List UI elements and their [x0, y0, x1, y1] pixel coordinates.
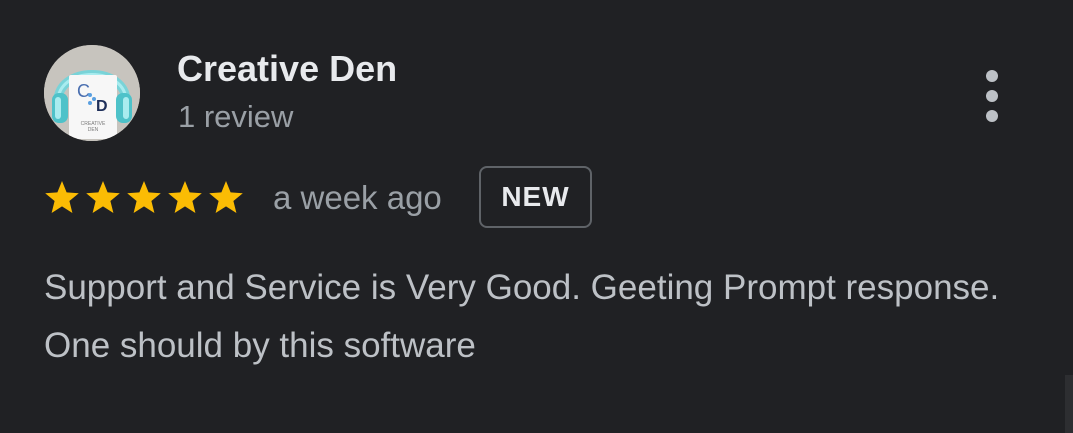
scrollbar[interactable] [1065, 375, 1073, 433]
star-icon [127, 181, 161, 213]
more-options-button[interactable] [972, 66, 1012, 126]
star-icon [168, 181, 202, 213]
author-name[interactable]: Creative Den [177, 48, 397, 90]
logo-letter-d: D [96, 98, 108, 115]
review-count: 1 review [178, 99, 294, 134]
star-icon [86, 181, 120, 213]
rating-row: a week ago NEW [44, 166, 744, 230]
review-time: a week ago [273, 179, 442, 216]
new-badge: NEW [479, 166, 592, 228]
star-rating [44, 180, 250, 216]
review-card: C D CREATIVE DEN Creative Den 1 review a… [0, 0, 1073, 433]
avatar[interactable]: C D CREATIVE DEN [44, 45, 140, 141]
review-text: Support and Service is Very Good. Geetin… [44, 268, 1000, 365]
headphones-logo-icon: C D CREATIVE DEN [44, 45, 140, 141]
logo-letter-c: C [77, 81, 90, 101]
logo-caption-line2: DEN [88, 127, 99, 133]
star-icon [209, 181, 243, 213]
star-icon [45, 181, 79, 213]
